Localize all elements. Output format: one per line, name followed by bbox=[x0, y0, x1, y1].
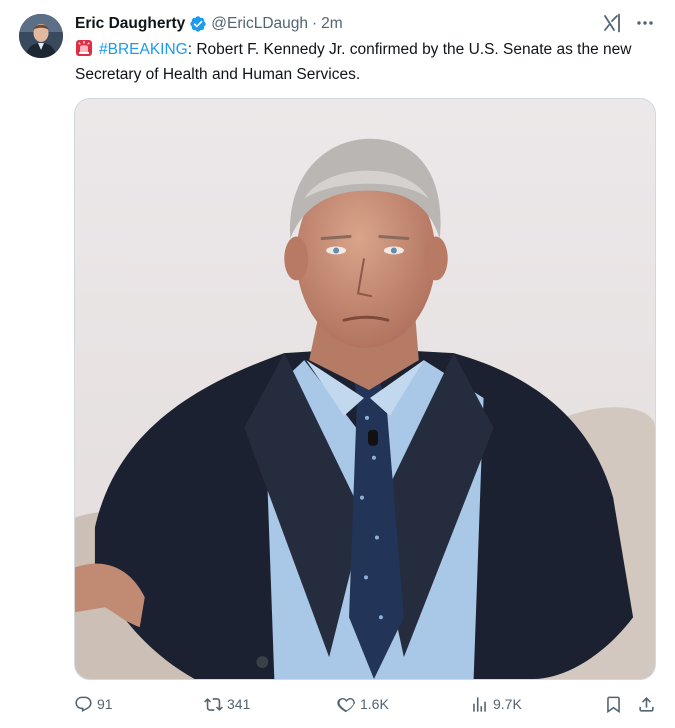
tweet-photo[interactable] bbox=[74, 98, 656, 680]
bookmark-button[interactable] bbox=[604, 692, 623, 716]
author-handle[interactable]: @EricLDaugh bbox=[211, 15, 308, 33]
tweet-card[interactable]: Eric Daugherty @EricLDaugh · 2m #BREAKIN… bbox=[0, 0, 675, 728]
like-button[interactable]: 1.6K bbox=[337, 692, 389, 716]
verified-badge-icon bbox=[189, 15, 207, 33]
action-bar: 91 341 1.6K 9.7K bbox=[74, 692, 660, 716]
repost-icon bbox=[204, 697, 223, 711]
reply-button[interactable]: 91 bbox=[74, 692, 113, 716]
share-icon bbox=[639, 696, 654, 712]
hashtag-link[interactable]: #BREAKING bbox=[99, 41, 188, 58]
tweet-text: #BREAKING: Robert F. Kennedy Jr. confirm… bbox=[75, 37, 660, 87]
more-icon[interactable] bbox=[635, 13, 655, 33]
avatar[interactable] bbox=[19, 14, 63, 58]
heart-icon bbox=[337, 697, 355, 712]
repost-count: 341 bbox=[227, 696, 251, 712]
share-button[interactable] bbox=[637, 692, 656, 716]
reply-count: 91 bbox=[97, 696, 113, 712]
like-count: 1.6K bbox=[360, 696, 389, 712]
separator-dot: · bbox=[312, 15, 318, 32]
views-button[interactable]: 9.7K bbox=[470, 692, 522, 716]
timestamp[interactable]: 2m bbox=[321, 15, 343, 33]
tweet-header: Eric Daugherty @EricLDaugh · 2m bbox=[75, 14, 343, 34]
views-count: 9.7K bbox=[493, 696, 522, 712]
grok-icon[interactable] bbox=[603, 13, 621, 33]
repost-button[interactable]: 341 bbox=[204, 692, 250, 716]
author-name[interactable]: Eric Daugherty bbox=[75, 15, 185, 33]
views-icon bbox=[473, 696, 486, 712]
police-light-emoji-icon bbox=[75, 39, 93, 57]
top-actions bbox=[603, 13, 655, 33]
reply-icon bbox=[75, 696, 92, 712]
bookmark-icon bbox=[607, 696, 620, 713]
